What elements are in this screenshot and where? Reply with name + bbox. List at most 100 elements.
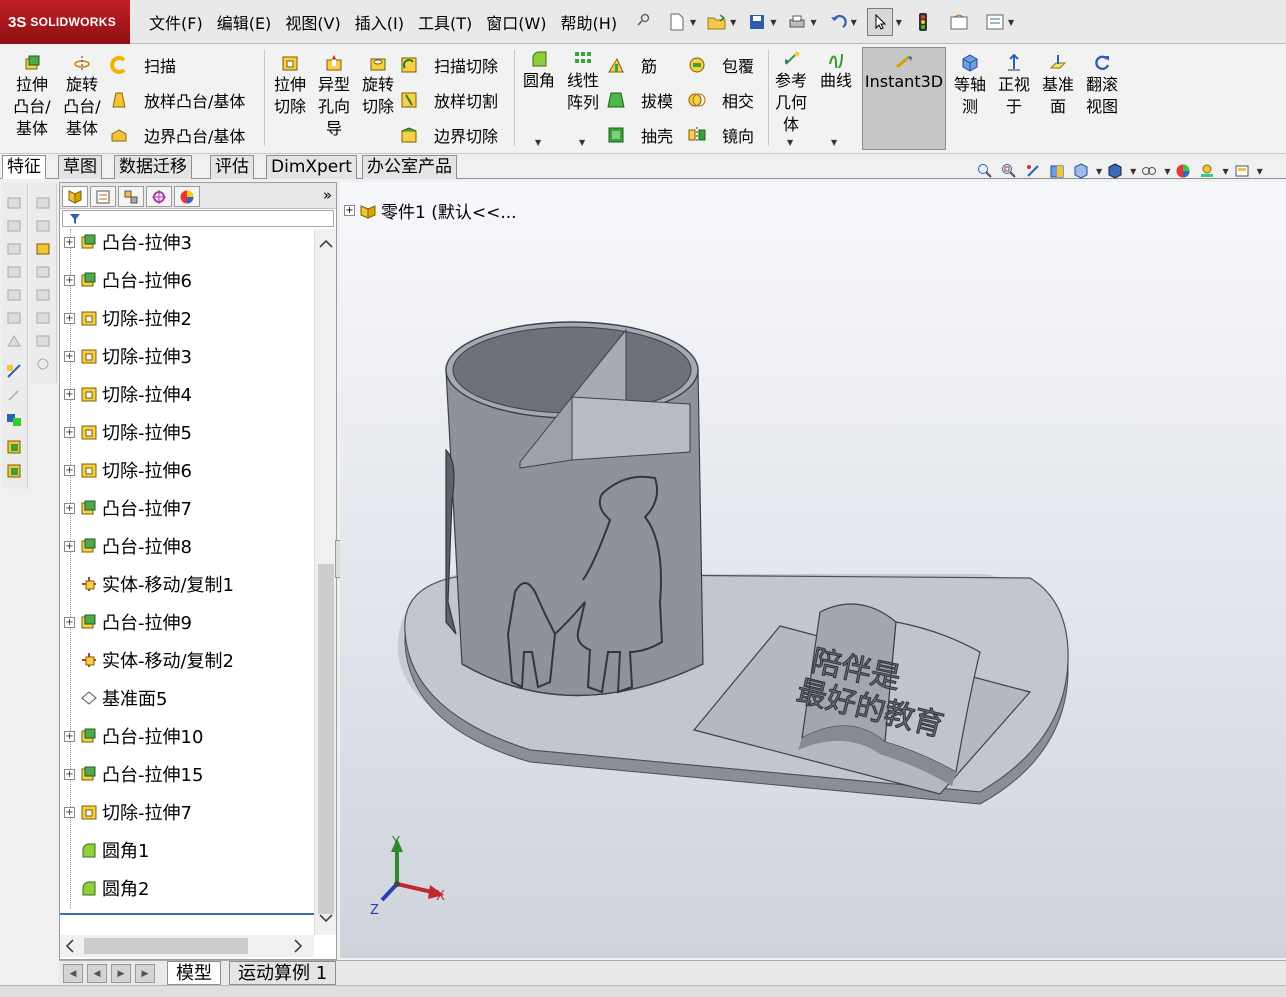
chevron-down-icon[interactable]: ▼ (1222, 167, 1228, 176)
scroll-left-icon[interactable] (64, 938, 76, 954)
tree-node[interactable]: + 凸台-拉伸9 (60, 607, 314, 637)
rollback-bar[interactable] (60, 913, 314, 915)
previous-view-icon[interactable] (1024, 162, 1042, 180)
tab-data-migration[interactable]: 数据迁移 (114, 155, 192, 179)
tree-node[interactable]: + 切除-拉伸6 (60, 455, 314, 485)
pin-menu-icon[interactable] (636, 13, 652, 29)
graphics-area[interactable]: + 零件1 (默认<<... 陪伴是 最好的教育 Y X Z (340, 182, 1286, 958)
reference-geometry-button[interactable]: 参考几何体 (772, 50, 812, 136)
loft-cut-button[interactable]: 放样切割 (400, 88, 498, 112)
rotate-view-button[interactable]: 翻滚视图 (1082, 54, 1122, 118)
curves-dropdown-arrow[interactable]: ▼ (831, 138, 837, 147)
sweep-button[interactable]: 扫描 (110, 53, 176, 77)
rebuild-icon[interactable] (912, 11, 934, 33)
model-3d-view[interactable]: 陪伴是 最好的教育 Y X Z (340, 182, 1286, 958)
tree-node[interactable]: + 凸台-拉伸10 (60, 721, 314, 751)
chevron-down-icon[interactable]: ▼ (896, 18, 902, 27)
sketch-entity-icon[interactable] (6, 333, 22, 349)
view-orientation-icon[interactable] (1072, 162, 1090, 180)
tree-node[interactable]: + 切除-拉伸7 (60, 797, 314, 827)
hole-wizard-button[interactable]: 异型孔向导 (312, 54, 356, 140)
apply-scene-icon[interactable] (1198, 162, 1216, 180)
display-style-icon[interactable] (1106, 162, 1124, 180)
tree-node[interactable]: + 凸台-拉伸8 (60, 531, 314, 561)
sweep-cut-button[interactable]: 扫描切除 (400, 53, 498, 77)
section-view-icon[interactable] (1048, 162, 1066, 180)
tab-model[interactable]: 模型 (167, 961, 221, 985)
wrap-button[interactable]: 包覆 (688, 53, 754, 77)
extrude-cut-button[interactable]: 拉伸切除 (268, 54, 312, 118)
linear-pattern-button[interactable]: 线性阵列 (562, 50, 604, 114)
tree-node[interactable]: 实体-移动/复制1 (60, 569, 314, 599)
loft-boss-button[interactable]: 放样凸台/基体 (110, 88, 245, 112)
display-manager-tab-icon[interactable] (174, 186, 200, 207)
mirror-button[interactable]: 镜向 (688, 123, 754, 147)
expand-icon[interactable]: + (64, 350, 75, 362)
sketch-entity-icon[interactable] (6, 241, 22, 257)
tool-icon[interactable] (35, 287, 51, 303)
tab-evaluate[interactable]: 评估 (210, 155, 254, 179)
file-properties-icon[interactable] (948, 11, 970, 33)
expand-icon[interactable]: + (64, 730, 75, 742)
dimxpert-manager-tab-icon[interactable] (146, 186, 172, 207)
tab-office-products[interactable]: 办公室产品 (362, 155, 457, 179)
expand-icon[interactable]: + (64, 464, 75, 476)
scroll-thumb[interactable] (318, 564, 334, 914)
scroll-thumb[interactable] (84, 938, 248, 954)
tree-node[interactable]: + 切除-拉伸5 (60, 417, 314, 447)
tool-icon[interactable] (35, 241, 51, 257)
isometric-view-button[interactable]: 等轴测 (950, 54, 990, 118)
last-tab-icon[interactable]: ▶ (135, 964, 155, 983)
expand-icon[interactable]: + (64, 806, 75, 818)
menu-window[interactable]: 窗口(W) (479, 10, 553, 34)
configuration-manager-tab-icon[interactable] (118, 186, 144, 207)
curves-button[interactable]: 曲线 (816, 50, 856, 92)
expand-icon[interactable]: + (64, 426, 75, 438)
tree-node[interactable]: 实体-移动/复制2 (60, 645, 314, 675)
scroll-down-icon[interactable] (318, 913, 334, 925)
chevron-down-icon[interactable]: ▼ (1130, 167, 1136, 176)
ref-geometry-dropdown-arrow[interactable]: ▼ (787, 138, 793, 147)
tree-vertical-scrollbar[interactable] (314, 229, 336, 935)
sketch-entity-icon[interactable] (6, 195, 22, 211)
tree-node[interactable]: + 切除-拉伸4 (60, 379, 314, 409)
menu-edit[interactable]: 编辑(E) (210, 10, 279, 34)
tab-motion-study[interactable]: 运动算例 1 (229, 961, 337, 985)
tree-node[interactable]: + 切除-拉伸2 (60, 303, 314, 333)
sketch-entity-icon[interactable] (6, 310, 22, 326)
undo-icon[interactable] (827, 11, 849, 33)
chevron-down-icon[interactable]: ▼ (810, 18, 816, 27)
tab-features[interactable]: 特征 (2, 155, 46, 179)
edit-appearance-icon[interactable] (1174, 162, 1192, 180)
expand-icon[interactable]: + (64, 502, 75, 514)
tree-node[interactable]: 基准面5 (60, 683, 314, 713)
sketch-entity-icon[interactable] (6, 264, 22, 280)
draft-button[interactable]: 拔模 (607, 88, 673, 112)
intersect-button[interactable]: 相交 (688, 88, 754, 112)
shell-button[interactable]: 抽壳 (607, 123, 673, 147)
chevron-down-icon[interactable]: ▼ (1096, 167, 1102, 176)
tree-node[interactable]: 圆角1 (60, 835, 314, 865)
rib-button[interactable]: 筋 (607, 53, 657, 77)
tool-icon[interactable] (35, 195, 51, 211)
chevron-down-icon[interactable]: ▼ (690, 18, 696, 27)
pattern-dropdown-arrow[interactable]: ▼ (579, 138, 585, 147)
save-icon[interactable] (746, 11, 768, 33)
tree-node[interactable]: 圆角2 (60, 873, 314, 903)
sketch-entity-icon[interactable] (6, 218, 22, 234)
menu-help[interactable]: 帮助(H) (554, 10, 625, 34)
tab-dimxpert[interactable]: DimXpert (266, 155, 357, 179)
open-icon[interactable] (706, 11, 728, 33)
expand-icon[interactable]: + (64, 236, 75, 248)
feature-icon[interactable] (6, 463, 22, 479)
tool-icon[interactable] (35, 333, 51, 349)
options-icon[interactable] (984, 11, 1006, 33)
scroll-right-icon[interactable] (292, 938, 304, 954)
chevron-down-icon[interactable]: ▼ (1257, 167, 1263, 176)
tree-node[interactable]: + 凸台-拉伸6 (60, 265, 314, 295)
property-manager-tab-icon[interactable] (90, 186, 116, 207)
tree-node[interactable]: + 凸台-拉伸3 (60, 229, 314, 257)
revolve-cut-button[interactable]: 旋转切除 (356, 54, 400, 118)
chevron-down-icon[interactable]: ▼ (851, 18, 857, 27)
feature-tree-filter[interactable] (62, 210, 334, 227)
